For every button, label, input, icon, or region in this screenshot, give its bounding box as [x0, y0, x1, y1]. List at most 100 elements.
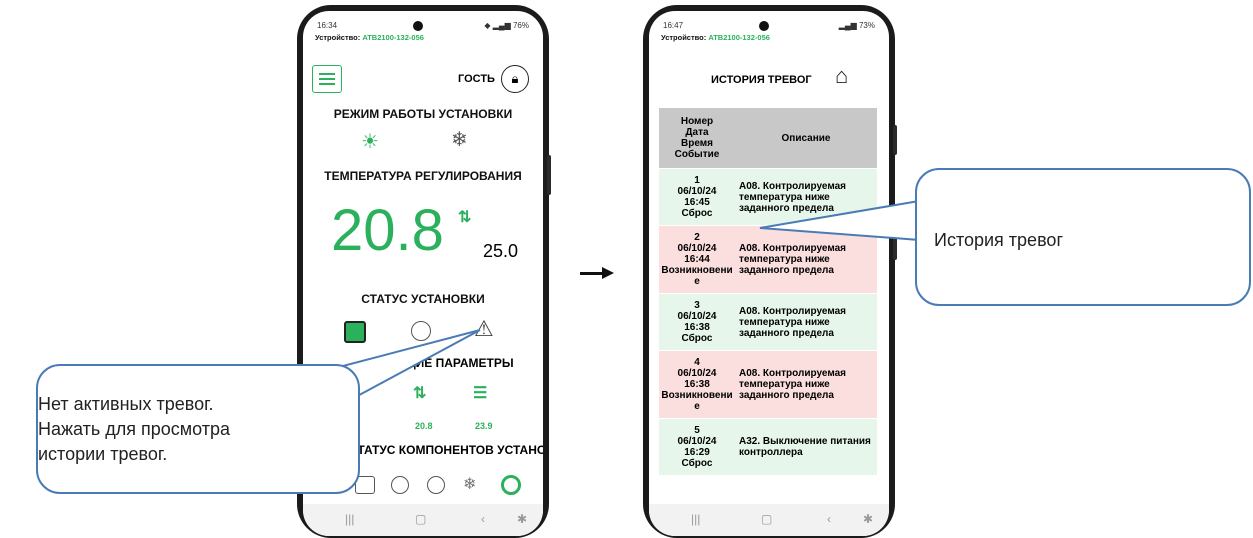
history-title: ИСТОРИЯ ТРЕВОГ: [711, 74, 812, 86]
table-row[interactable]: 5 06/10/24 16:29 Сброс А32. Выключение питан…: [659, 418, 877, 475]
callout-line: Нажать для просмотра: [38, 419, 231, 439]
callout-line: истории тревог.: [38, 444, 168, 464]
param-value-3: 23.9: [475, 421, 493, 431]
alarm-num: 2: [694, 232, 700, 243]
home-icon[interactable]: ⌂: [835, 63, 848, 89]
alarm-time: 16:44: [684, 254, 710, 265]
alarm-date: 06/10/24: [677, 311, 717, 322]
alarm-time: 16:45: [684, 197, 710, 208]
right-screen: 16:47 ▂▄▆ 73% Устройство: ATB2100-132-05…: [649, 11, 889, 536]
alarm-description: А08. Контролируемая температура ниже зад…: [739, 368, 847, 401]
alarm-time: 16:29: [684, 447, 710, 458]
cooling-mode-icon[interactable]: ❄: [451, 127, 468, 152]
android-navbar: ||| ▢ ‹ ✱: [649, 504, 889, 536]
recent-apps-icon[interactable]: |||: [345, 512, 354, 526]
alarm-num: 4: [694, 357, 700, 368]
header-number: Номер: [680, 116, 714, 127]
table-row[interactable]: 3 06/10/24 16:38 Сброс А08. Контролируемая т…: [659, 293, 877, 350]
alarm-date: 06/10/24: [677, 186, 717, 197]
table-row[interactable]: 4 06/10/24 16:38 Возникновени е А08. Контрол…: [659, 350, 877, 418]
arrow-icon: [580, 272, 604, 275]
accessibility-icon[interactable]: ✱: [517, 512, 527, 526]
alarm-date: 06/10/24: [677, 436, 717, 447]
header-time: Время: [681, 138, 713, 149]
arrow-head: [602, 267, 614, 279]
alarm-num: 1: [694, 175, 700, 186]
setpoint-value: 25.0: [483, 241, 519, 261]
callout-left-text: Нет активных тревог. Нажать для просмотр…: [38, 392, 230, 467]
alarm-meta: 4 06/10/24 16:38 Возникновени е: [659, 351, 735, 418]
table-row[interactable]: 1 06/10/24 16:45 Сброс А08. Контролируемая т…: [659, 168, 877, 225]
temp-value: 20.8: [331, 198, 444, 263]
side-button: [893, 220, 897, 260]
alarm-event: Возникновени е: [661, 390, 733, 412]
recent-apps-icon[interactable]: |||: [691, 512, 700, 526]
component-valve-icon[interactable]: ❄: [463, 474, 476, 494]
status-title: СТАТУС УСТАНОВКИ: [361, 292, 485, 306]
alarm-event: Сброс: [681, 208, 713, 219]
status-right: ◆ ▂▄▆ 76%: [484, 21, 529, 30]
callout-line: Нет активных тревог.: [38, 394, 214, 414]
component-pump-icon[interactable]: [427, 476, 445, 494]
back-icon[interactable]: ‹: [827, 512, 831, 526]
power-icon[interactable]: [344, 321, 366, 343]
mode-title: РЕЖИМ РАБОТЫ УСТАНОВКИ: [333, 107, 513, 121]
home-nav-icon[interactable]: ▢: [415, 512, 426, 526]
header-description: Описание: [781, 132, 831, 144]
alarm-meta: 5 06/10/24 16:29 Сброс: [659, 419, 735, 475]
param-setpoint-icon: ⇅: [413, 385, 427, 402]
alarm-history-table: Номер Дата Время Событие Описание 1 06/10…: [659, 107, 877, 475]
device-line: Устройство: ATB2100-132-056: [661, 33, 770, 42]
alarm-description: А08. Контролируемая температура ниже зад…: [739, 243, 847, 276]
status-time: 16:34: [317, 21, 338, 30]
device-line: Устройство: ATB2100-132-056: [315, 33, 424, 42]
accessibility-icon[interactable]: ✱: [863, 512, 873, 526]
status-bar: 16:34 ◆ ▂▄▆ 76%: [317, 21, 529, 33]
menu-button[interactable]: [312, 65, 342, 93]
callout-right-text: История тревог: [934, 230, 1064, 250]
alarm-description: А32. Выключение питания контроллера: [739, 436, 871, 458]
clock-icon[interactable]: [411, 321, 431, 341]
status-time: 16:47: [663, 21, 684, 30]
alarm-event: Сброс: [681, 333, 713, 344]
alarm-time: 16:38: [684, 379, 710, 390]
table-header: Номер Дата Время Событие Описание: [659, 107, 877, 168]
home-nav-icon[interactable]: ▢: [761, 512, 772, 526]
alarm-description: А08. Контролируемая температура ниже зад…: [739, 180, 847, 214]
alarm-warning-icon[interactable]: ⚠: [474, 316, 494, 342]
alarm-date: 06/10/24: [677, 368, 717, 379]
alarm-meta: 2 06/10/24 16:44 Возникновени е: [659, 226, 735, 293]
right-phone: 16:47 ▂▄▆ 73% Устройство: ATB2100-132-05…: [643, 5, 897, 538]
component-cycle-icon[interactable]: [501, 475, 521, 495]
alarm-date: 06/10/24: [677, 243, 717, 254]
alarm-meta: 3 06/10/24 16:38 Сброс: [659, 294, 735, 350]
param-sensor-icon: ☰: [473, 385, 488, 402]
header-date: Дата: [685, 127, 709, 138]
alarm-event: Сброс: [681, 458, 713, 469]
header-event: Событие: [674, 149, 720, 160]
params-title: ТЕКУЩИЕ ПАРАМЕТРЫ: [373, 356, 514, 370]
lock-button[interactable]: 🔒︎: [501, 65, 529, 93]
camera-icon: [413, 21, 423, 31]
alarm-event: Возникновени е: [661, 265, 733, 287]
user-label: ГОСТЬ: [458, 73, 495, 85]
android-navbar: ||| ▢ ‹ ✱: [303, 504, 543, 536]
temp-title: ТЕМПЕРАТУРА РЕГУЛИРОВАНИЯ: [324, 169, 522, 183]
side-button: [893, 125, 897, 155]
side-button: [547, 155, 551, 195]
thermo-setpoint-icon: ⇅: [458, 209, 472, 226]
status-right: ▂▄▆ 73%: [838, 21, 875, 30]
back-icon[interactable]: ‹: [481, 512, 485, 526]
components-title: СТАТУС КОМПОНЕНТОВ УСТАНОВКИ: [349, 443, 543, 457]
status-bar: 16:47 ▂▄▆ 73%: [663, 21, 875, 33]
param-value-2: 20.8: [415, 421, 433, 431]
alarm-meta: 1 06/10/24 16:45 Сброс: [659, 169, 735, 225]
component-fan-icon[interactable]: [391, 476, 409, 494]
alarm-num: 3: [694, 300, 700, 311]
alarm-description: А08. Контролируемая температура ниже зад…: [739, 305, 847, 339]
alarm-time: 16:38: [684, 322, 710, 333]
alarm-num: 5: [694, 425, 700, 436]
heating-mode-icon[interactable]: ☀: [361, 129, 379, 154]
table-row[interactable]: 2 06/10/24 16:44 Возникновени е А08. Контрол…: [659, 225, 877, 293]
camera-icon: [759, 21, 769, 31]
